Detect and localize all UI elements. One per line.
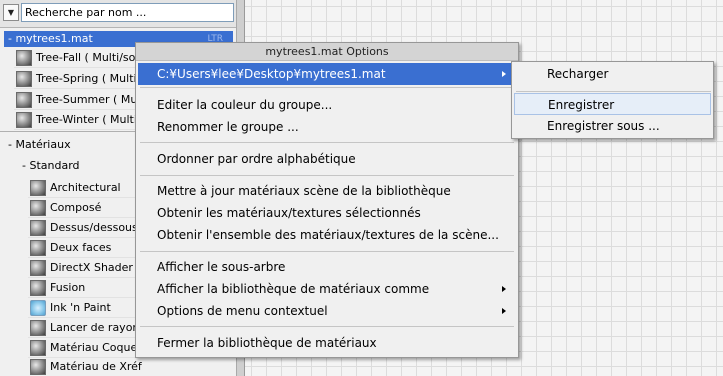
menu-item-show-subtree[interactable]: Afficher le sous-arbre bbox=[138, 256, 516, 278]
sphere-thumbnail-icon bbox=[30, 359, 46, 375]
library-label: - mytrees1.mat bbox=[8, 32, 93, 45]
sphere-thumbnail-icon bbox=[30, 260, 46, 276]
submenu-arrow-icon bbox=[502, 71, 506, 77]
material-label: Dessus/dessous bbox=[50, 221, 138, 234]
sphere-thumbnail-icon bbox=[30, 280, 46, 296]
sphere-thumbnail-icon bbox=[16, 92, 32, 108]
material-label: Deux faces bbox=[50, 241, 112, 254]
context-menu: mytrees1.mat Options C:¥Users¥lee¥Deskto… bbox=[135, 42, 519, 358]
submenu-item-label: Enregistrer bbox=[548, 98, 615, 112]
menu-item-label: Afficher le sous-arbre bbox=[157, 260, 286, 274]
triangle-down-icon[interactable]: ▼ bbox=[3, 4, 19, 21]
sphere-thumbnail-icon bbox=[30, 320, 46, 336]
menu-item-label: Renommer le groupe ... bbox=[157, 120, 299, 134]
material-label: Tree-Winter ( Multi bbox=[36, 113, 137, 126]
menu-item-get-all-scene[interactable]: Obtenir l'ensemble des matériaux/texture… bbox=[138, 224, 516, 246]
sphere-thumbnail-icon bbox=[30, 240, 46, 256]
sphere-thumbnail-icon bbox=[30, 220, 46, 236]
menu-separator bbox=[140, 175, 514, 176]
search-bar: ▼ bbox=[0, 0, 236, 28]
submenu-item-save[interactable]: Enregistrer bbox=[514, 93, 711, 115]
menu-item-label: Editer la couleur du groupe... bbox=[157, 98, 333, 112]
sphere-thumbnail-icon bbox=[16, 71, 32, 87]
menu-item-label: Mettre à jour matériaux scène de la bibl… bbox=[157, 184, 451, 198]
menu-item-label: Options de menu contextuel bbox=[157, 304, 328, 318]
menu-item-label: Fermer la bibliothèque de matériaux bbox=[157, 336, 377, 350]
sphere-thumbnail-icon bbox=[16, 50, 32, 66]
ink-paint-thumbnail-icon bbox=[30, 300, 46, 316]
menu-item-get-selected[interactable]: Obtenir les matériaux/textures sélection… bbox=[138, 202, 516, 224]
material-label: Architectural bbox=[50, 181, 121, 194]
material-label: Ink 'n Paint bbox=[50, 301, 111, 314]
context-menu-title: mytrees1.mat Options bbox=[136, 43, 518, 61]
menu-item-label: Obtenir les matériaux/textures sélection… bbox=[157, 206, 421, 220]
menu-item-display-library-as[interactable]: Afficher la bibliothèque de matériaux co… bbox=[138, 278, 516, 300]
menu-item-label: Afficher la bibliothèque de matériaux co… bbox=[157, 282, 430, 296]
menu-separator bbox=[140, 326, 514, 327]
material-label: Composé bbox=[50, 201, 102, 214]
material-label: Lancer de rayon bbox=[50, 321, 140, 334]
menu-item-label: Obtenir l'ensemble des matériaux/texture… bbox=[157, 228, 499, 242]
material-label: Matériau Coque bbox=[50, 341, 138, 354]
sphere-thumbnail-icon bbox=[16, 112, 32, 128]
menu-item-label: Ordonner par ordre alphabétique bbox=[157, 152, 356, 166]
sphere-thumbnail-icon bbox=[30, 340, 46, 356]
material-label: Fusion bbox=[50, 281, 86, 294]
sphere-thumbnail-icon bbox=[30, 200, 46, 216]
material-label: Matériau de Xréf bbox=[50, 360, 142, 373]
menu-separator bbox=[516, 91, 711, 92]
file-submenu: Recharger Enregistrer Enregistrer sous .… bbox=[511, 61, 714, 139]
submenu-item-label: Enregistrer sous ... bbox=[547, 119, 660, 133]
material-item[interactable]: Matériau de Xréf bbox=[28, 357, 234, 376]
material-label: Tree-Fall ( Multi/so bbox=[36, 51, 136, 64]
menu-item-close-library[interactable]: Fermer la bibliothèque de matériaux bbox=[138, 332, 516, 354]
material-label: Tree-Summer ( Mult bbox=[36, 93, 145, 106]
menu-separator bbox=[140, 142, 514, 143]
menu-item-update-scene-materials[interactable]: Mettre à jour matériaux scène de la bibl… bbox=[138, 180, 516, 202]
menu-item-sort-alphabetical[interactable]: Ordonner par ordre alphabétique bbox=[138, 148, 516, 170]
submenu-arrow-icon bbox=[502, 308, 506, 314]
menu-separator bbox=[140, 87, 514, 88]
menu-separator bbox=[140, 251, 514, 252]
menu-item-file-path[interactable]: C:¥Users¥lee¥Desktop¥mytrees1.mat bbox=[138, 63, 516, 85]
material-label: DirectX Shader bbox=[50, 261, 133, 274]
group-label: - Standard bbox=[22, 159, 80, 172]
submenu-arrow-icon bbox=[502, 286, 506, 292]
library-label: - Matériaux bbox=[8, 138, 71, 151]
sphere-thumbnail-icon bbox=[30, 180, 46, 196]
submenu-item-reload[interactable]: Recharger bbox=[514, 63, 711, 85]
menu-item-edit-group-color[interactable]: Editer la couleur du groupe... bbox=[138, 94, 516, 116]
submenu-item-label: Recharger bbox=[547, 67, 609, 81]
submenu-item-save-as[interactable]: Enregistrer sous ... bbox=[514, 115, 711, 137]
search-input[interactable] bbox=[21, 3, 234, 22]
material-label: Tree-Spring ( Multi bbox=[36, 72, 137, 85]
menu-item-label: C:¥Users¥lee¥Desktop¥mytrees1.mat bbox=[157, 67, 386, 81]
menu-item-rename-group[interactable]: Renommer le groupe ... bbox=[138, 116, 516, 138]
menu-item-context-menu-options[interactable]: Options de menu contextuel bbox=[138, 300, 516, 322]
